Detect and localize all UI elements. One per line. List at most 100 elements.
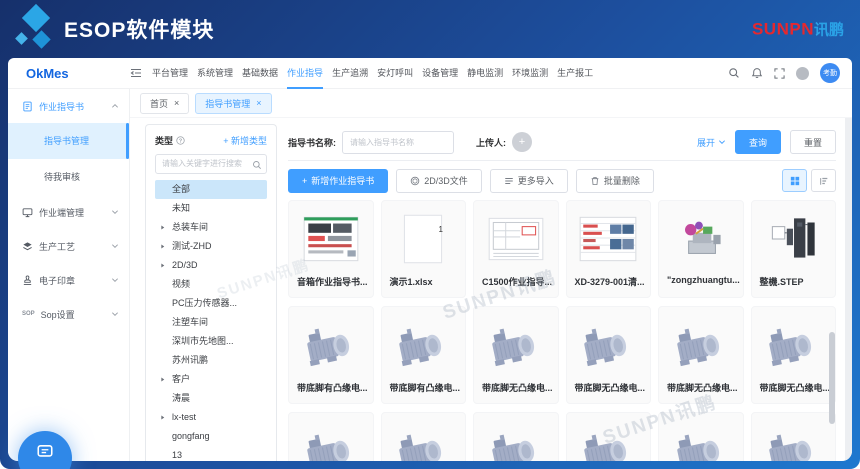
type-list-item[interactable]: PC压力传感器... <box>155 294 267 313</box>
guide-card[interactable]: 整機.STEP <box>750 200 836 298</box>
sidebar-item[interactable]: 作业端管理 <box>8 195 129 229</box>
chevron-down-icon <box>111 208 119 216</box>
document-icon <box>22 101 33 112</box>
bell-icon[interactable] <box>751 67 763 79</box>
top-nav-item[interactable]: 生产追溯 <box>332 58 368 89</box>
guide-card[interactable] <box>473 412 559 461</box>
card-title: 音箱作业指导书... <box>297 277 368 287</box>
menu-fold-icon[interactable] <box>130 67 142 79</box>
question-circle-icon[interactable]: ? <box>176 136 185 145</box>
top-nav-item[interactable]: 设备管理 <box>422 58 458 89</box>
caret-right-icon <box>159 237 166 256</box>
page-scrollbar[interactable] <box>845 118 852 461</box>
type-list-item[interactable]: 注塑车间 <box>155 313 267 332</box>
guide-card[interactable]: 带底脚有凸缘电... <box>288 306 374 404</box>
2d3d-file-button[interactable]: 2D/3D文件 <box>396 168 482 193</box>
guide-card[interactable]: 带底脚无凸缘电... <box>750 306 836 404</box>
top-nav-item[interactable]: 基础数据 <box>242 58 278 89</box>
type-list-item[interactable]: 未知 <box>155 199 267 218</box>
guide-card[interactable]: 带底脚有凸缘电... <box>380 306 466 404</box>
guide-name-input[interactable] <box>342 130 454 154</box>
guide-card[interactable]: 带底脚无凸缘电... <box>473 306 559 404</box>
type-list-item[interactable]: 总装车间 <box>155 218 267 237</box>
tab-home[interactable]: 首页 × <box>140 92 190 114</box>
type-list-item[interactable]: 深圳市先地图... <box>155 332 267 351</box>
list-view-toggle[interactable] <box>811 169 836 192</box>
fullscreen-icon[interactable] <box>774 67 785 79</box>
guide-card[interactable] <box>380 412 466 461</box>
brand-blue-text: 讯鹏 <box>813 21 844 39</box>
add-type-button[interactable]: + 新增类型 <box>223 134 267 147</box>
sidebar-item[interactable]: 生产工艺 <box>8 229 129 263</box>
guide-card[interactable] <box>288 412 374 461</box>
search-icon[interactable] <box>252 157 262 175</box>
theme-dot-icon[interactable] <box>796 66 809 80</box>
type-list-item[interactable]: 2D/3D <box>155 256 267 275</box>
sidebar-item[interactable]: 电子印章 <box>8 263 129 297</box>
search-button[interactable]: 查询 <box>734 130 781 154</box>
type-list-item[interactable]: 测试-ZHD <box>155 237 267 256</box>
guide-card[interactable] <box>565 412 651 461</box>
search-icon[interactable] <box>728 67 740 79</box>
grid-scrollbar-thumb[interactable] <box>829 332 835 424</box>
guide-card[interactable]: 带底脚无凸缘电... <box>658 306 744 404</box>
tab-bar: 首页 × 指导书管理 × <box>130 89 852 118</box>
type-list-item[interactable]: 涛晨 <box>155 389 267 408</box>
top-nav-item[interactable]: 作业指导 <box>287 58 324 89</box>
card-thumbnail <box>382 413 466 461</box>
more-import-button[interactable]: 更多导入 <box>489 168 568 193</box>
app-frame: ESOP软件模块 SUNPN讯鹏 OkMes 平台管理 系统管理 基础数据 作业指导生… <box>0 0 860 469</box>
type-list-item[interactable]: 客户 <box>155 370 267 389</box>
guide-card[interactable] <box>750 412 836 461</box>
card-thumbnail <box>474 307 558 379</box>
add-guide-button[interactable]: + 新增作业指导书 <box>288 168 389 193</box>
card-thumbnail <box>289 307 373 379</box>
close-icon[interactable]: × <box>174 98 179 108</box>
tab-guide-management[interactable]: 指导书管理 × <box>195 92 272 114</box>
brand-logo: SUNPN讯鹏 <box>752 19 844 40</box>
chat-icon <box>37 445 53 457</box>
top-nav-item[interactable]: 静电监测 <box>467 58 503 89</box>
sop-icon: SOP <box>22 311 35 317</box>
guide-card[interactable]: 1 演示1.xlsx <box>380 200 466 298</box>
type-list-item[interactable]: 视频 <box>155 275 267 294</box>
expand-filters-link[interactable]: 展开 <box>697 136 726 149</box>
user-avatar[interactable]: 考勤 <box>820 63 840 83</box>
top-nav-menu: 平台管理 系统管理 基础数据 作业指导 生产追溯 安灯呼叫 设备管理 静电监测 环境监测 生产报工 <box>152 58 593 89</box>
guide-card[interactable]: C1500作业指导... <box>473 200 559 298</box>
type-list-item[interactable]: lx-test <box>155 408 267 427</box>
topbar-icons: 考勤 <box>728 63 852 83</box>
app-window: OkMes 平台管理 系统管理 基础数据 作业指导 生产追溯 安灯呼叫 设备管理 静电监测 环境… <box>8 58 852 461</box>
uploader-label: 上传人: <box>476 137 506 148</box>
reset-button[interactable]: 重置 <box>789 130 836 154</box>
guide-card[interactable]: 音箱作业指导书... <box>288 200 374 298</box>
type-list-item[interactable]: 13 <box>155 446 267 462</box>
chevron-up-icon <box>111 102 119 110</box>
top-nav-item[interactable]: 环境监测 <box>512 58 548 89</box>
sidebar-subitem[interactable]: 指导书管理 <box>8 123 129 159</box>
add-uploader-button[interactable]: + <box>512 132 532 152</box>
batch-delete-button[interactable]: 批量删除 <box>575 168 654 193</box>
guide-card[interactable] <box>658 412 744 461</box>
grid-view-toggle[interactable] <box>782 169 807 192</box>
type-search-input[interactable] <box>155 153 267 174</box>
sidebar-subitem[interactable]: 待我审核 <box>8 159 129 195</box>
chevron-down-icon <box>111 276 119 284</box>
caret-right-icon <box>159 218 166 237</box>
type-list-item[interactable]: gongfang <box>155 427 267 446</box>
chevron-down-icon <box>111 310 119 318</box>
top-nav-item[interactable]: 平台管理 <box>152 58 188 89</box>
top-nav-item[interactable]: 系统管理 <box>197 58 233 89</box>
close-icon[interactable]: × <box>256 98 261 108</box>
type-list-item[interactable]: 苏州讯鹏 <box>155 351 267 370</box>
sidebar-item[interactable]: 作业指导书 <box>8 89 129 123</box>
guide-card[interactable]: XD-3279-001清... <box>565 200 651 298</box>
type-list-item[interactable]: 全部 <box>155 179 267 199</box>
sidebar-item[interactable]: SOP Sop设置 <box>8 297 129 331</box>
guide-card[interactable]: 带底脚无凸缘电... <box>565 306 651 404</box>
top-nav-item[interactable]: 安灯呼叫 <box>377 58 413 89</box>
chevron-down-icon <box>111 242 119 250</box>
guide-card[interactable]: "zongzhuangtu... <box>658 200 744 298</box>
card-thumbnail: 1 <box>382 201 466 273</box>
top-nav-item[interactable]: 生产报工 <box>557 58 593 89</box>
